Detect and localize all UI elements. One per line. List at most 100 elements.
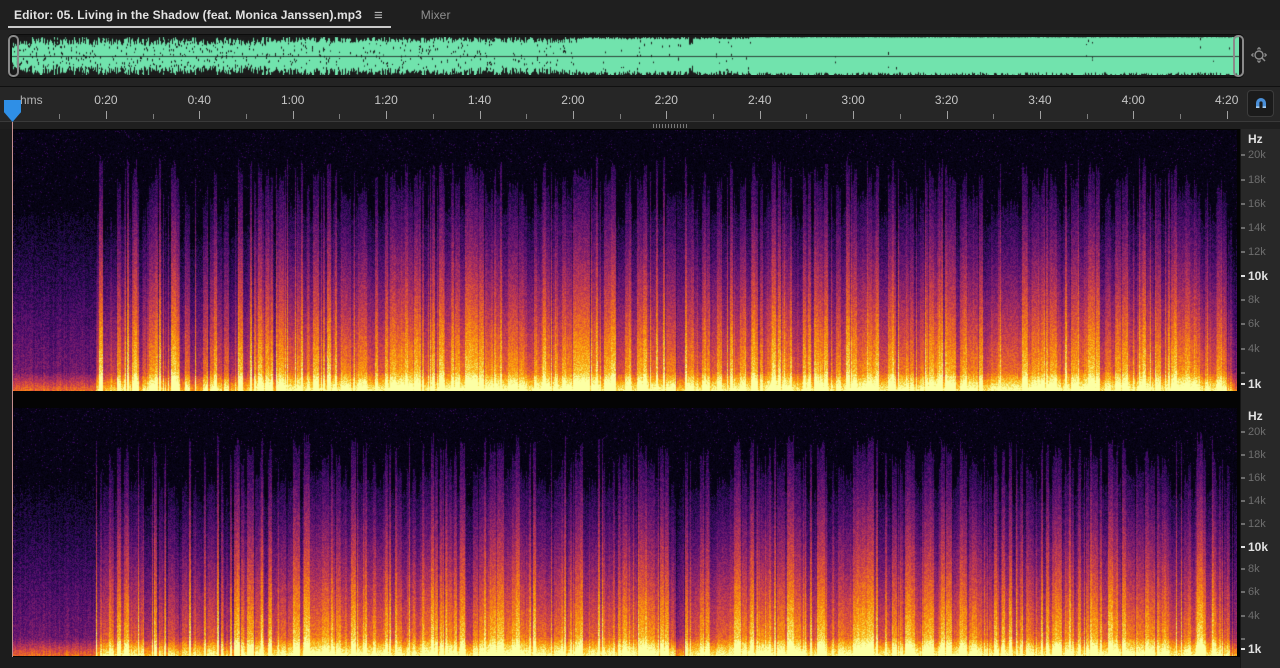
freq-label: 12k: [1248, 517, 1266, 530]
tab-mixer[interactable]: Mixer: [413, 0, 459, 30]
ruler-time-label: 1:20: [374, 93, 398, 107]
ruler-minor-tick: [432, 114, 434, 119]
freq-scale-row: 12k: [1241, 518, 1280, 530]
freq-tick: [1241, 522, 1245, 525]
ruler-major-tick: [1039, 111, 1041, 119]
freq-label: 10k: [1248, 268, 1269, 283]
ruler-major-tick: [759, 111, 761, 119]
ruler-time-label: 3:40: [1028, 93, 1052, 107]
ruler-minor-tick: [899, 114, 901, 119]
ruler-time-label: 4:00: [1121, 93, 1145, 107]
freq-tick: [1241, 430, 1245, 433]
freq-scale-row: 4k: [1241, 610, 1280, 622]
ruler-time-label: 2:00: [561, 93, 585, 107]
freq-tick: [1241, 500, 1245, 502]
panel-tabbar: Editor: 05. Living in the Shadow (feat. …: [0, 0, 1280, 31]
freq-tick: [1241, 454, 1245, 457]
freq-scale-row: 1k: [1241, 376, 1280, 391]
freq-tick: [1241, 298, 1245, 301]
ruler-major-tick: [1133, 111, 1135, 119]
freq-tick: [1241, 477, 1245, 480]
freq-tick: [1241, 347, 1245, 350]
freq-tick: [1241, 568, 1245, 571]
freq-label: 16k: [1248, 197, 1266, 210]
freq-tick: [1241, 226, 1245, 229]
freq-tick: [1241, 648, 1245, 651]
freq-label: 10k: [1248, 539, 1269, 554]
freq-label: 20k: [1248, 149, 1266, 162]
tab-editor[interactable]: Editor: 05. Living in the Shadow (feat. …: [8, 0, 391, 30]
ruler-minor-tick: [152, 114, 154, 119]
frequency-scale-left: Hz 20k 18k 16k 14k 12k 10k 8k 6k 4k 1k: [1241, 130, 1280, 391]
frequency-scale-right: Hz 20k 18k 16k 14k 12k 10k 8k 6k 4k 1k: [1241, 408, 1280, 656]
ruler-time-label: 3:20: [934, 93, 959, 107]
freq-tick: [1241, 250, 1245, 253]
freq-scale-row: Hz: [1241, 132, 1280, 146]
snap-magnet-button[interactable]: [1247, 90, 1274, 117]
freq-scale-row: 6k: [1241, 586, 1280, 598]
freq-tick: [1241, 545, 1245, 548]
freq-scale-row: Hz: [1241, 409, 1280, 424]
overview-waveform[interactable]: [12, 37, 1239, 75]
freq-label: 14k: [1248, 495, 1266, 507]
freq-scale-row: 6k: [1241, 318, 1280, 330]
grip-row: [0, 122, 1280, 129]
freq-scale-row: 12k: [1241, 246, 1280, 258]
ruler-time-label: 1:40: [467, 93, 492, 107]
freq-label: 16k: [1248, 472, 1266, 485]
ruler-minor-tick: [1086, 114, 1088, 119]
ruler-minor-tick: [806, 114, 808, 119]
spectrogram-left-channel[interactable]: [13, 130, 1237, 391]
spectral-track-area: [12, 129, 1240, 657]
ruler-minor-tick: [993, 114, 995, 119]
ruler-major-tick: [666, 111, 668, 119]
ruler-minor-tick: [619, 114, 621, 119]
range-handle-right[interactable]: [1233, 35, 1244, 77]
navigate-zoom-icon[interactable]: [1248, 44, 1272, 68]
freq-scale-row: 20k: [1241, 426, 1280, 438]
panel-menu-icon[interactable]: ≡: [374, 8, 383, 23]
freq-label: 1k: [1248, 642, 1262, 657]
ruler-major-tick: [572, 111, 574, 119]
freq-scale-row: 16k: [1241, 198, 1280, 210]
freq-tick: [1241, 371, 1245, 374]
freq-label: 18k: [1248, 449, 1266, 462]
range-handle-left[interactable]: [8, 35, 19, 77]
ruler-time-label: 2:20: [654, 93, 678, 107]
freq-scale-row: 20k: [1241, 149, 1280, 161]
overview-range-strip[interactable]: [8, 34, 1244, 78]
ruler-minor-tick: [713, 114, 714, 119]
freq-label: 1k: [1248, 376, 1262, 391]
ruler-major-tick: [105, 111, 107, 119]
freq-scale-row: 10k: [1241, 268, 1280, 283]
freq-tick: [1241, 615, 1245, 618]
ruler-minor-tick: [339, 114, 341, 119]
freq-label: 6k: [1248, 586, 1260, 599]
ruler-major-tick: [853, 111, 855, 119]
playhead-line[interactable]: [12, 122, 13, 657]
ruler-time-label: 2:40: [748, 93, 772, 107]
freq-tick: [1241, 202, 1245, 205]
freq-label: 8k: [1248, 293, 1260, 306]
freq-label: 4k: [1248, 342, 1260, 355]
ruler-time-label: 0:20: [94, 93, 118, 107]
timeline-ruler[interactable]: hms 0:20 0:40 1:00 1:20 1:40 2:00 2:20 2:40 3:00…: [0, 86, 1280, 122]
ruler-minor-tick: [59, 114, 61, 119]
freq-scale-row: 14k: [1241, 495, 1280, 507]
freq-tick: [1241, 178, 1245, 181]
frequency-scale-column: Hz 20k 18k 16k 14k 12k 10k 8k 6k 4k 1k Hz 20k 18k 16k…: [1240, 129, 1280, 668]
editor-tab-label: Editor: 05. Living in the Shadow (feat. …: [14, 8, 362, 22]
freq-label: 6k: [1248, 317, 1260, 330]
ruler-major-tick: [1226, 111, 1228, 119]
freq-label: Hz: [1248, 409, 1263, 424]
spectrogram-right-channel[interactable]: [13, 408, 1237, 656]
ruler-minor-tick: [246, 114, 247, 119]
ruler-minor-tick: [1180, 114, 1181, 119]
ruler-time-label: 0:40: [187, 93, 211, 107]
freq-tick: [1241, 591, 1245, 594]
freq-tick: [1241, 154, 1245, 157]
freq-label: 14k: [1248, 221, 1266, 234]
panel-resize-grip[interactable]: [653, 124, 687, 128]
freq-scale-row: 14k: [1241, 222, 1280, 234]
freq-scale-row: 8k: [1241, 563, 1280, 575]
